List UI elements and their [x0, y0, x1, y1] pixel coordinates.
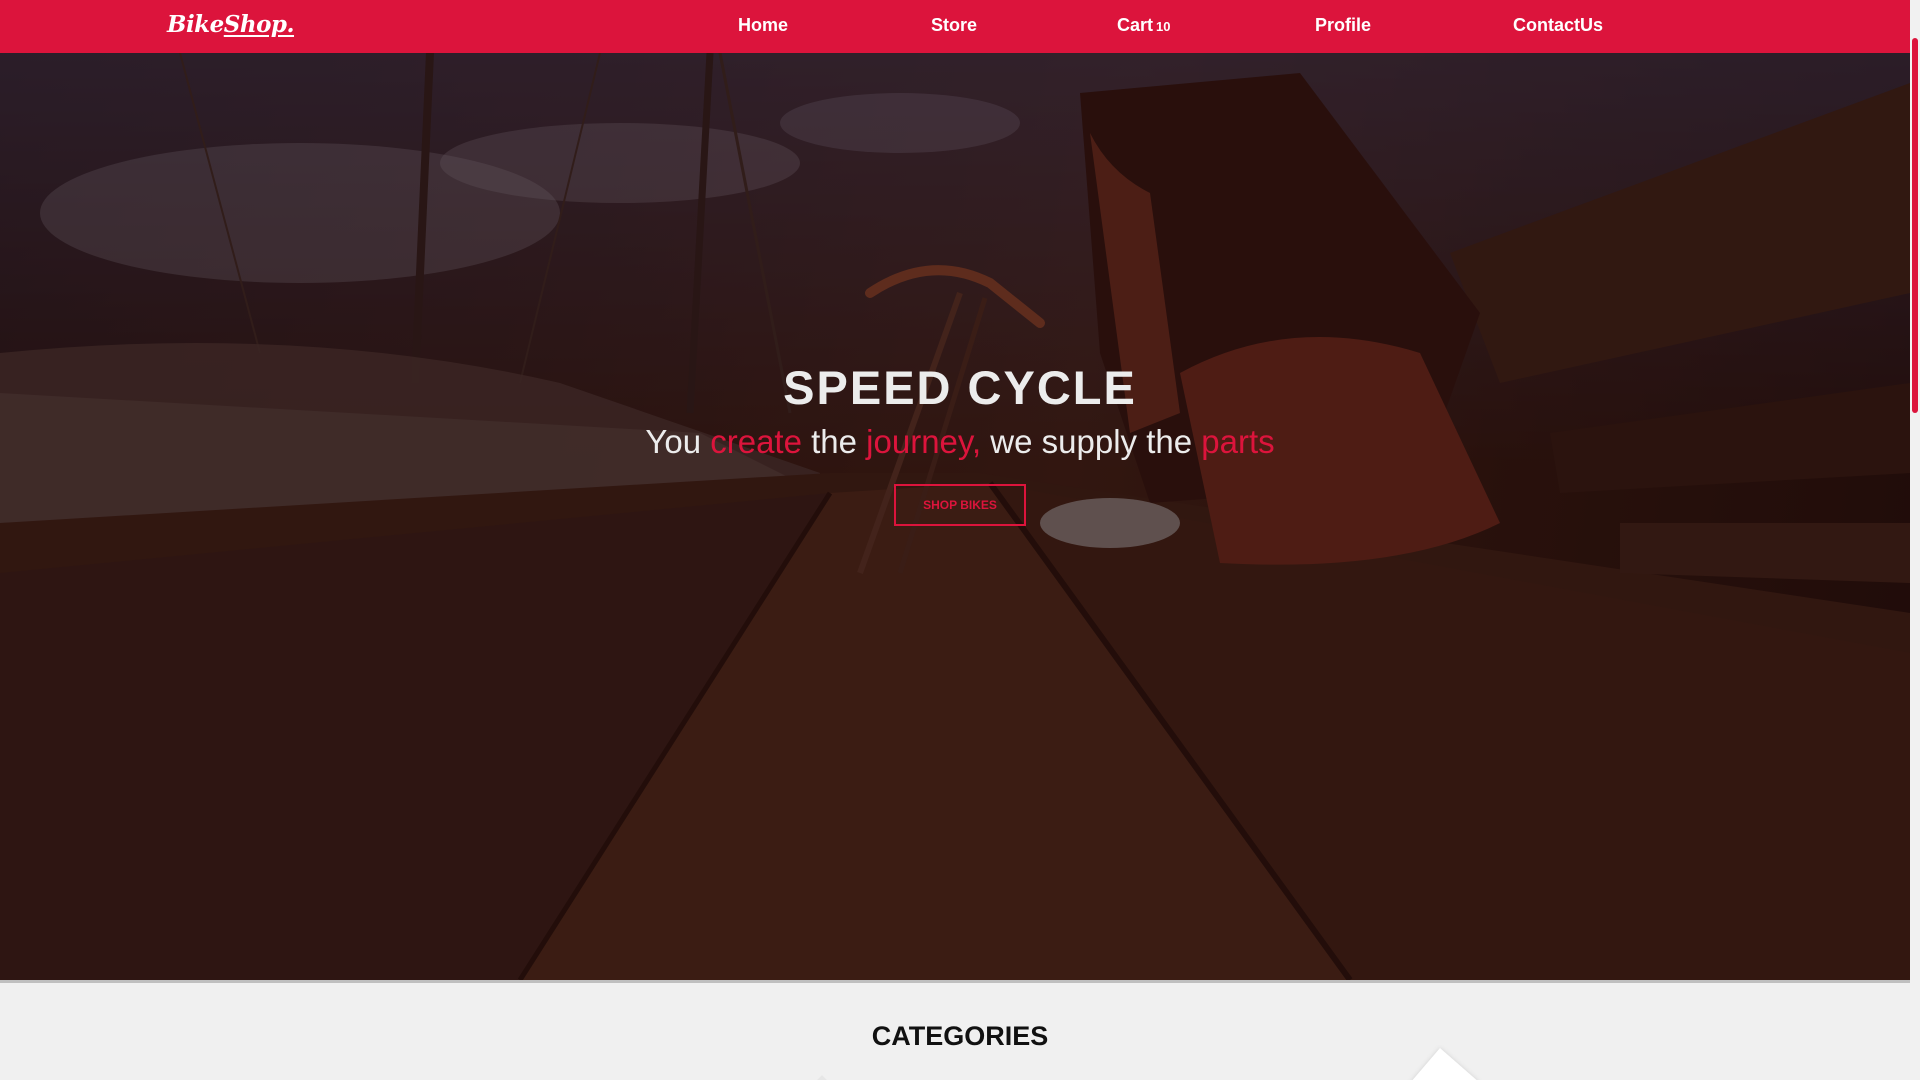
- hero-section: SPEED CYCLE You create the journey, we s…: [0, 53, 1910, 980]
- nav-contact-link[interactable]: ContactUs: [1513, 15, 1603, 36]
- shop-bikes-button[interactable]: SHOP BIKES: [894, 484, 1026, 526]
- nav-cart-label: Cart: [1117, 15, 1154, 35]
- logo-bike: Bike: [167, 11, 224, 38]
- categories-title: CATEGORIES: [871, 1021, 1049, 1051]
- hero-tagline: You create the journey, we supply the pa…: [0, 423, 1910, 461]
- scrollbar-thumb[interactable]: [1912, 38, 1918, 413]
- categories-section: CATEGORIES: [0, 980, 1910, 1080]
- tagline-parts: parts: [1201, 423, 1275, 460]
- navbar: BikeShop. Home Store Cart 10 Profile Cont…: [0, 0, 1910, 53]
- nav-store-link[interactable]: Store: [931, 15, 977, 36]
- nav-home-link[interactable]: Home: [738, 15, 788, 36]
- page-scrollbar[interactable]: [1910, 0, 1920, 1080]
- tagline-you: You: [645, 423, 711, 460]
- site-logo[interactable]: BikeShop.: [167, 11, 295, 38]
- tagline-the: the: [801, 423, 867, 460]
- tagline-create: create: [710, 423, 802, 460]
- nav-cart-link[interactable]: Cart 10: [1117, 15, 1170, 36]
- category-decoration-left: [812, 1075, 832, 1080]
- hero-title: SPEED CYCLE: [783, 361, 1137, 414]
- category-decoration-right: [1410, 1048, 1480, 1080]
- cart-count-badge: 10: [1156, 19, 1171, 34]
- logo-shop: Shop.: [223, 11, 295, 38]
- nav-profile-link[interactable]: Profile: [1315, 15, 1371, 36]
- tagline-supply: we supply the: [981, 423, 1202, 460]
- tagline-journey: journey,: [866, 423, 982, 460]
